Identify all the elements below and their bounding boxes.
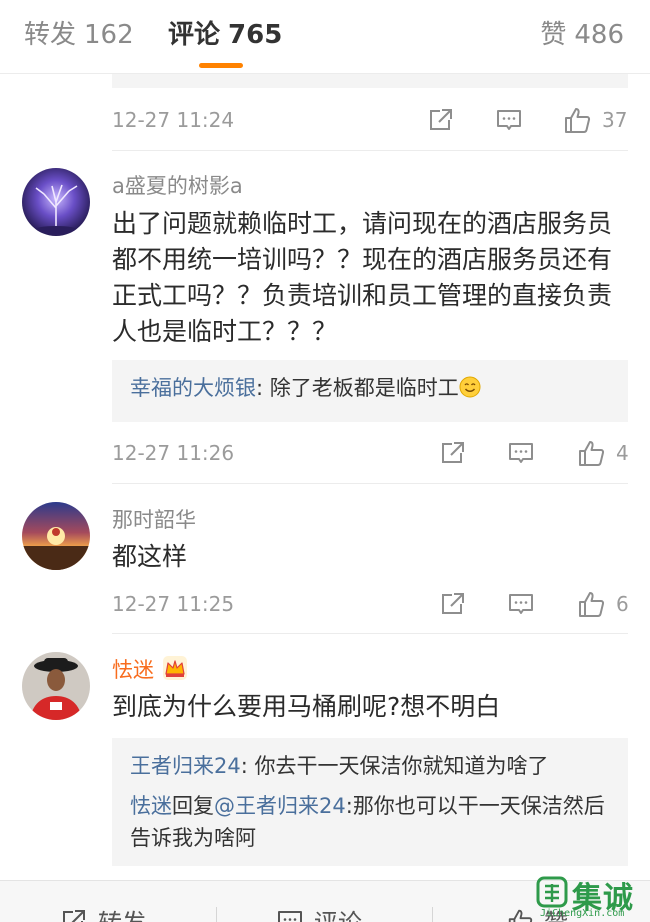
reply-box bbox=[112, 74, 628, 88]
tree-avatar-image bbox=[22, 168, 90, 236]
comment-icon bbox=[278, 910, 302, 922]
tab-repost-label: 转发 bbox=[24, 20, 77, 50]
share-icon bbox=[442, 442, 464, 463]
reply-author[interactable]: 王者归来24 bbox=[130, 754, 241, 778]
thumbs-up-icon bbox=[579, 441, 605, 466]
active-tab-indicator bbox=[199, 63, 243, 68]
username[interactable]: 怯迷 bbox=[112, 654, 188, 684]
comment-text: 都这样 bbox=[112, 542, 188, 571]
share-icon bbox=[442, 593, 464, 614]
watermark-url: JiChengXin.com bbox=[540, 908, 625, 919]
reply-item: 王者归来24: 你去干一天保洁你就知道为啥了 bbox=[130, 750, 610, 782]
share-icon bbox=[430, 109, 452, 130]
tab-comment[interactable]: 评论 765 bbox=[168, 18, 282, 52]
username-text: 怯迷 bbox=[112, 658, 154, 682]
tab-like[interactable]: 赞 486 bbox=[540, 18, 624, 52]
share-icon bbox=[63, 909, 85, 922]
logo-icon bbox=[536, 876, 568, 908]
comment-text: 出了问题就赖临时工，请问现在的酒店服务员都不用统一培训吗？？现在的酒店服务员还有… bbox=[112, 209, 613, 346]
thumbs-up-icon bbox=[565, 108, 591, 133]
comment-icon bbox=[497, 110, 521, 130]
tab-like-count: 486 bbox=[574, 20, 624, 50]
watermark-logo: 集诚信 JiChengXin.com bbox=[534, 872, 650, 922]
comment-icon bbox=[509, 443, 533, 463]
crown-icon bbox=[163, 656, 187, 680]
like-count: 6 bbox=[616, 592, 629, 616]
avatar[interactable] bbox=[22, 168, 90, 236]
like-count: 4 bbox=[616, 441, 629, 465]
tab-comment-count: 765 bbox=[228, 20, 283, 50]
comment-icon bbox=[509, 594, 533, 614]
person-avatar-image bbox=[22, 652, 90, 720]
bottom-repost-label: 转发 bbox=[98, 903, 146, 922]
comment-meta: 12-27 11:24 37 bbox=[112, 100, 628, 140]
bottom-comment-button[interactable]: 评论 bbox=[276, 903, 362, 922]
divider bbox=[216, 907, 217, 922]
comment-button[interactable] bbox=[504, 588, 538, 620]
comment-button[interactable] bbox=[492, 104, 526, 136]
divider bbox=[112, 633, 628, 634]
like-button[interactable]: 6 bbox=[576, 588, 629, 620]
reply-author[interactable]: 幸福的大烦银 bbox=[130, 376, 256, 400]
sunset-avatar-image bbox=[22, 502, 90, 570]
bottom-comment-label: 评论 bbox=[314, 903, 362, 922]
bottom-repost-button[interactable]: 转发 bbox=[60, 903, 146, 922]
repost-button[interactable] bbox=[436, 588, 470, 620]
comment-text: 到底为什么要用马桶刷呢?想不明白 bbox=[112, 692, 501, 721]
reply-item: 怯迷回复@王者归来24:那你也可以干一天保洁然后告诉我为啥阿 bbox=[130, 790, 610, 854]
divider bbox=[112, 150, 628, 151]
reply-box: 王者归来24: 你去干一天保洁你就知道为啥了 怯迷回复@王者归来24:那你也可以… bbox=[112, 738, 628, 866]
smile-emoji-icon bbox=[459, 376, 481, 398]
reply-separator: : bbox=[240, 754, 255, 778]
repost-button[interactable] bbox=[436, 437, 470, 469]
username[interactable]: 那时韶华 bbox=[112, 504, 196, 534]
comment-meta: 12-27 11:25 6 bbox=[112, 584, 629, 624]
tab-comment-label: 评论 bbox=[168, 20, 221, 50]
reply-box: 幸福的大烦银: 除了老板都是临时工 bbox=[112, 360, 628, 422]
like-button[interactable]: 37 bbox=[562, 104, 627, 136]
tab-repost-count: 162 bbox=[84, 20, 134, 50]
repost-button[interactable] bbox=[424, 104, 458, 136]
divider bbox=[432, 907, 433, 922]
like-count: 37 bbox=[602, 108, 628, 132]
reply-separator: : bbox=[256, 376, 270, 400]
avatar[interactable] bbox=[22, 502, 90, 570]
reply-separator: : bbox=[345, 794, 353, 818]
reply-text: 除了老板都是临时工 bbox=[269, 376, 459, 400]
thumbs-up-icon bbox=[579, 592, 605, 617]
reply-author[interactable]: 怯迷 bbox=[130, 794, 172, 818]
username[interactable]: a盛夏的树影a bbox=[112, 170, 243, 200]
tab-bar: 转发 162 评论 765 赞 486 bbox=[0, 0, 650, 74]
reply-keyword: 回复 bbox=[172, 794, 214, 818]
tab-repost[interactable]: 转发 162 bbox=[24, 18, 134, 52]
divider bbox=[112, 483, 628, 484]
tab-like-label: 赞 bbox=[540, 20, 567, 50]
comment-button[interactable] bbox=[504, 437, 538, 469]
avatar[interactable] bbox=[22, 652, 90, 720]
comment-time: 12-27 11:26 bbox=[112, 441, 235, 465]
reply-text: 你去干一天保洁你就知道为啥了 bbox=[254, 754, 549, 778]
thumbs-up-icon bbox=[508, 909, 533, 922]
reply-mention[interactable]: @王者归来24 bbox=[214, 794, 346, 818]
comment-time: 12-27 11:25 bbox=[112, 592, 235, 616]
comment-time: 12-27 11:24 bbox=[112, 108, 235, 132]
like-button[interactable]: 4 bbox=[576, 437, 629, 469]
comment-meta: 12-27 11:26 4 bbox=[112, 433, 629, 473]
